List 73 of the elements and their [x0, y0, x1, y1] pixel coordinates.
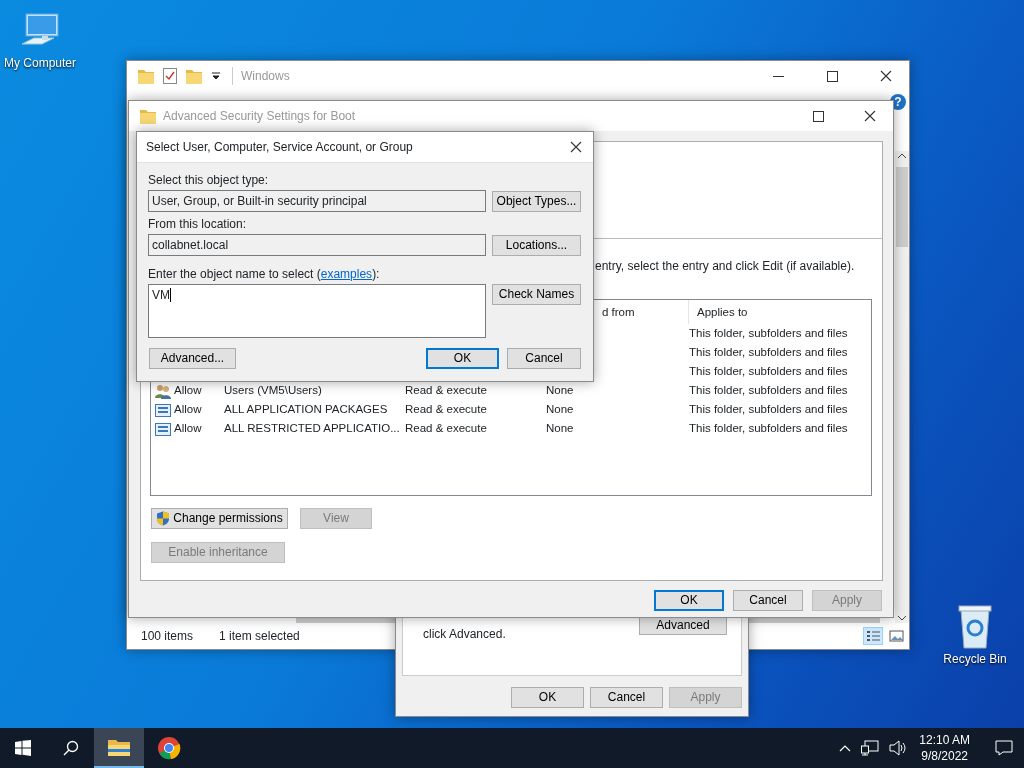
table-cell-text: Read & execute [405, 383, 488, 398]
examples-link[interactable]: examples [320, 267, 373, 281]
scroll-thumb[interactable] [896, 167, 908, 247]
table-cell-text: Users (VM5\Users) [224, 383, 323, 398]
field-label: Select this object type: [148, 173, 270, 188]
browser-icon[interactable] [157, 736, 181, 760]
status-text: 100 items [141, 628, 194, 645]
notification-icon[interactable] [995, 740, 1013, 756]
table-cell-text: Allow [174, 402, 203, 417]
table-cell-text: Allow [174, 421, 203, 436]
chevron-up-icon[interactable] [839, 744, 852, 752]
field-label: Enter the object name to select (examples): [148, 267, 381, 282]
search-icon[interactable] [63, 740, 79, 756]
object-name-field[interactable]: VM [148, 284, 486, 338]
maximize-icon[interactable] [826, 70, 838, 82]
column-header[interactable]: Applies to [689, 300, 871, 324]
close-icon[interactable] [570, 141, 582, 153]
table-cell-text: Allow [174, 383, 203, 398]
action-button[interactable]: Change permissions [151, 508, 288, 529]
check-names-button[interactable]: Check Names [492, 284, 581, 305]
object-types-button[interactable]: Object Types... [492, 191, 581, 212]
thumbnails-view-button[interactable] [886, 627, 906, 645]
advanced-button[interactable]: Advanced... [149, 348, 236, 369]
locations-button[interactable]: Locations... [492, 235, 581, 256]
recycle-bin-icon [955, 602, 995, 650]
taskbar-app[interactable] [94, 728, 144, 768]
table-cell-text: This folder, subfolders and files [689, 383, 849, 398]
button[interactable]: OK [654, 590, 724, 611]
table-cell-text: This folder, subfolders and files [689, 326, 849, 341]
volume-icon[interactable] [889, 740, 908, 756]
table-cell-text: Read & execute [405, 421, 488, 436]
window-title: Windows [232, 67, 290, 85]
details-view-button[interactable] [863, 627, 883, 645]
button[interactable]: Cancel [733, 590, 803, 611]
desktop-icon-label[interactable]: My Computer [4, 54, 76, 72]
network-icon[interactable] [861, 740, 880, 756]
dialog-title: Select User, Computer, Service Account, or Group [146, 139, 413, 156]
window-title: Advanced Security Settings for Boot [163, 108, 356, 125]
start-icon[interactable] [15, 740, 31, 756]
button[interactable]: Cancel [507, 348, 581, 369]
table-cell-text: ALL RESTRICTED APPLICATIO... [224, 421, 401, 436]
object-type-field: User, Group, or Built-in security principal [148, 190, 486, 212]
dropdown-icon[interactable] [211, 71, 221, 81]
status-text: 1 item selected [219, 628, 300, 645]
desktop-icon-label[interactable]: Recycle Bin [943, 650, 1007, 668]
package-icon [154, 401, 171, 418]
maximize-icon[interactable] [812, 110, 824, 122]
table-cell-text: This folder, subfolders and files [689, 402, 849, 417]
folder-icon[interactable] [107, 737, 131, 757]
table-cell-text: None [546, 383, 575, 398]
table-cell-text: None [546, 402, 575, 417]
users-icon [154, 382, 171, 399]
field-label: From this location: [148, 217, 248, 232]
button[interactable]: OK [511, 687, 584, 708]
table-cell-text: This folder, subfolders and files [689, 364, 849, 379]
info-text: click Advanced. [423, 626, 506, 643]
close-icon[interactable] [880, 70, 892, 82]
location-field: collabnet.local [148, 234, 486, 256]
table-cell-text: This folder, subfolders and files [689, 421, 849, 436]
table-cell-text: This folder, subfolders and files [689, 345, 849, 360]
instruction-text: entry, select the entry and click Edit (if available). [595, 258, 855, 275]
package-icon [154, 420, 171, 437]
scrollbar[interactable] [895, 151, 909, 623]
table-cell-text: Read & execute [405, 402, 488, 417]
table-cell-text: None [546, 421, 575, 436]
scroll-down-icon[interactable] [897, 613, 907, 623]
button[interactable]: OK [426, 348, 499, 369]
close-icon[interactable] [864, 110, 876, 122]
table-cell-text: ALL APPLICATION PACKAGES [224, 402, 389, 417]
checklist-icon[interactable] [163, 68, 177, 84]
scroll-up-icon[interactable] [897, 151, 907, 161]
clock[interactable]: 12:10 AM 9/8/2022 [919, 732, 970, 764]
button[interactable]: Cancel [590, 687, 663, 708]
